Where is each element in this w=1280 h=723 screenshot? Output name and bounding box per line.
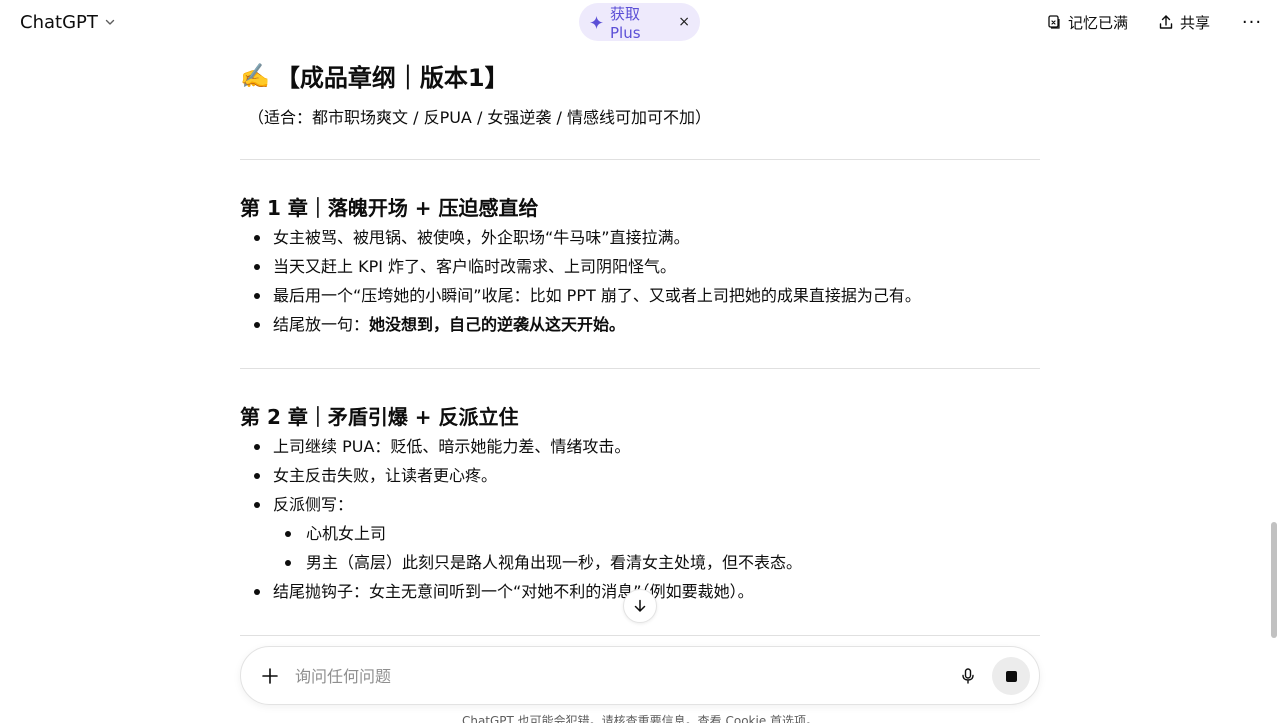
more-horizontal-icon: ···: [1241, 11, 1263, 33]
get-plus-pill[interactable]: 获取 Plus ×: [579, 3, 700, 42]
memory-label: 记忆已满: [1068, 13, 1129, 32]
chevron-down-icon: [105, 19, 115, 25]
disclaimer-text: ChatGPT 也可能会犯错。请核查重要信息。查看 Cookie 首选项。: [461, 714, 819, 723]
close-icon[interactable]: ×: [678, 14, 690, 30]
chapter-2-title: 第 2 章｜矛盾引爆 + 反派立住: [240, 405, 519, 429]
top-bar: ChatGPT 获取 Plus × 记忆已满 共享 ···: [0, 0, 1280, 44]
model-label: ChatGPT: [20, 11, 98, 33]
page-scrollbar[interactable]: [1268, 44, 1280, 664]
list-item: 最后用一个“压垮她的小瞬间”收尾：比如 PPT 崩了、又或者上司把她的成果直接据…: [240, 281, 921, 310]
writing-hand-icon: ✍️: [240, 61, 270, 90]
plus-icon: [262, 668, 278, 684]
microphone-icon: [962, 668, 974, 684]
list-item: 当天又赶上 KPI 炸了、客户临时改需求、上司阴阳怪气。: [240, 252, 921, 281]
share-upload-icon: [1159, 15, 1173, 29]
more-options-button[interactable]: ···: [1238, 7, 1266, 37]
memory-icon: [1048, 15, 1060, 29]
document-title: ✍️ 【成品章纲｜版本1】: [240, 58, 509, 93]
bold-text: 她没想到，自己的逆袭从这天开始。: [369, 315, 626, 334]
divider: [240, 159, 1040, 160]
chapter-2-list: 上司继续 PUA：贬低、暗示她能力差、情绪攻击。 女主反击失败，让读者更心疼。 …: [240, 432, 802, 606]
chapter-1-title: 第 1 章｜落魄开场 + 压迫感直给: [240, 196, 539, 220]
divider: [240, 368, 1040, 369]
list-item: 反派侧写：: [240, 490, 802, 519]
arrow-down-icon: [634, 599, 646, 612]
chapter-1-list: 女主被骂、被甩锅、被使唤，外企职场“牛马味”直接拉满。 当天又赶上 KPI 炸了…: [240, 223, 921, 339]
sub-list-item: 男主（高层）此刻只是路人视角出现一秒，看清女主处境，但不表态。: [240, 548, 802, 577]
list-item: 结尾放一句：她没想到，自己的逆袭从这天开始。: [240, 310, 921, 339]
voice-input-button[interactable]: [955, 663, 981, 689]
list-item: 女主被骂、被甩锅、被使唤，外企职场“牛马味”直接拉满。: [240, 223, 921, 252]
document-title-text: 【成品章纲｜版本1】: [275, 64, 509, 92]
prompt-composer: [240, 646, 1040, 705]
document-subtitle: （适合：都市职场爽文 / 反PUA / 女强逆袭 / 情感线可加可不加）: [248, 108, 711, 127]
memory-full-button[interactable]: 记忆已满: [1040, 7, 1134, 37]
divider: [240, 635, 1040, 636]
stop-generating-button[interactable]: [992, 657, 1030, 695]
model-selector[interactable]: ChatGPT: [12, 6, 124, 38]
conversation-content: ✍️ 【成品章纲｜版本1】 （适合：都市职场爽文 / 反PUA / 女强逆袭 /…: [240, 44, 1040, 636]
list-item: 结尾抛钩子：女主无意间听到一个“对她不利的消息”（例如要裁她）。: [240, 577, 802, 606]
sub-list-item: 心机女上司: [240, 519, 802, 548]
prompt-input[interactable]: [295, 661, 935, 691]
share-button[interactable]: 共享: [1152, 7, 1216, 37]
scroll-to-bottom-button[interactable]: [623, 589, 657, 623]
sparkle-icon: [589, 15, 604, 29]
list-item: 女主反击失败，让读者更心疼。: [240, 461, 802, 490]
scrollbar-thumb[interactable]: [1271, 522, 1277, 638]
attach-button[interactable]: [257, 663, 283, 689]
get-plus-label: 获取 Plus: [610, 4, 641, 42]
share-label: 共享: [1180, 13, 1211, 32]
stop-icon: [1005, 670, 1017, 682]
list-item: 上司继续 PUA：贬低、暗示她能力差、情绪攻击。: [240, 432, 802, 461]
